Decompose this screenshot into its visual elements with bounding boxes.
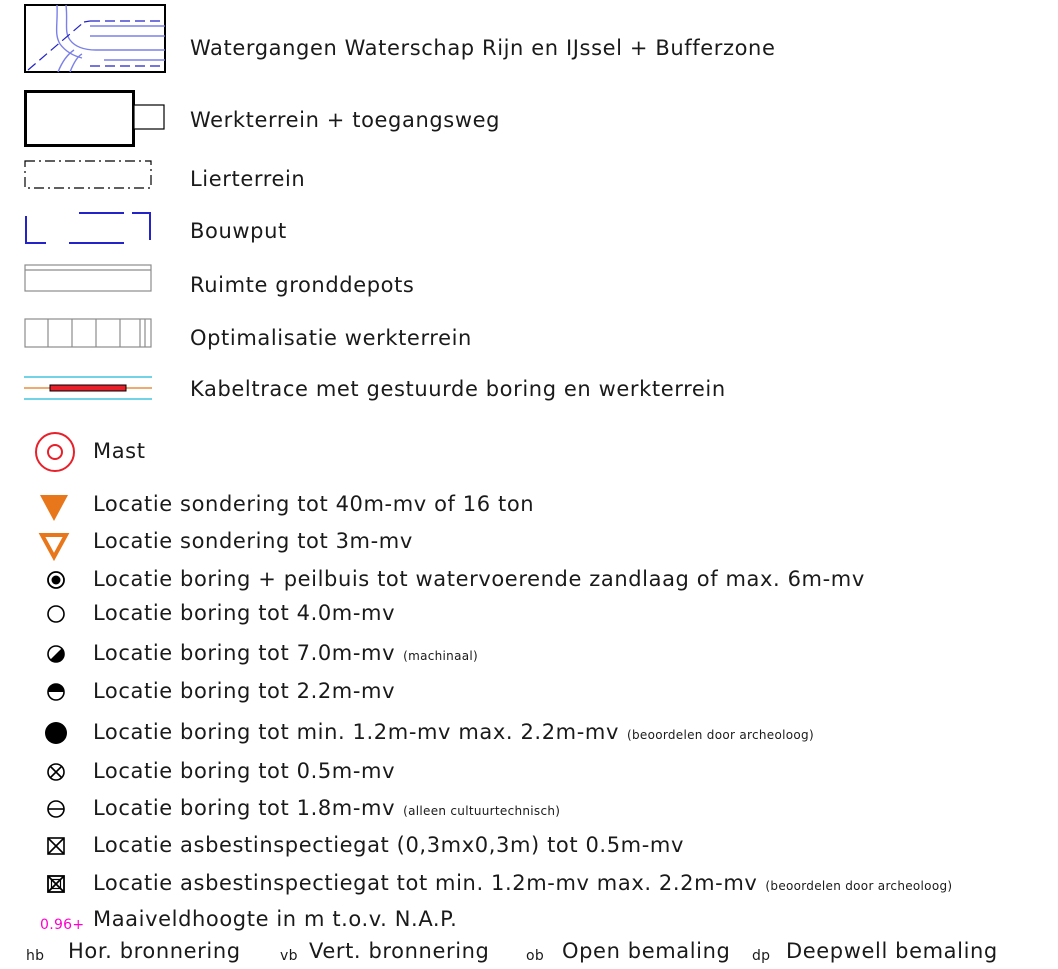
legend-label-text: Locatie asbestinspectiegat tot min. 1.2m… [93, 871, 758, 895]
circled-minus-icon [47, 800, 65, 818]
legend-item-mast: Mast [0, 430, 1058, 472]
legend-note: (beoordelen door archeoloog) [626, 728, 814, 742]
bronnering-label: Vert. bronnering [309, 939, 490, 963]
filled-triangle-icon [40, 495, 68, 521]
hollow-triangle-icon [38, 533, 70, 562]
legend-label: Locatie boring tot min. 1.2m-mv max. 2.2… [93, 719, 814, 748]
legend-item-boring-2-2: Locatie boring tot 2.2m-mv [0, 675, 1058, 715]
legend-label: Werkterrein + toegangsweg [190, 108, 501, 132]
legend-item-sondering-3: Locatie sondering tot 3m-mv [0, 526, 1058, 566]
legend-label: Maaiveldhoogte in m t.o.v. N.A.P. [93, 907, 458, 931]
legend-label-text: Locatie boring tot min. 1.2m-mv max. 2.2… [93, 720, 619, 744]
bronnering-code: vb [280, 948, 298, 964]
legend-label: Bouwput [190, 219, 287, 243]
legend-label: Optimalisatie werkterrein [190, 326, 472, 350]
legend-note: (machinaal) [403, 649, 479, 663]
legend-label-text: Locatie boring tot 7.0m-mv [93, 641, 396, 665]
legend-label-text: Locatie boring tot 1.8m-mv [93, 796, 396, 820]
legend-label: Locatie sondering tot 3m-mv [93, 529, 413, 553]
legend-label: Ruimte gronddepots [190, 273, 415, 297]
dot-in-circle-icon [47, 571, 65, 589]
legend-note: (alleen cultuurtechnisch) [403, 804, 561, 818]
bronnering-code: hb [26, 948, 45, 964]
work-area-rectangle-icon [24, 90, 165, 147]
legend-item-boring-1-8: Locatie boring tot 1.8m-mv (alleen cultuu… [0, 792, 1058, 832]
blue-dashed-bracket-icon [25, 212, 151, 244]
legend-item-gronddepots: Ruimte gronddepots [0, 264, 1058, 304]
diagonal-half-circle-icon [47, 645, 65, 663]
legend-label: Kabeltrace met gestuurde boring en werkt… [190, 377, 726, 401]
bronnering-code: ob [526, 948, 545, 964]
legend-item-boring-0-5: Locatie boring tot 0.5m-mv [0, 755, 1058, 795]
legend-item-sondering-40: Locatie sondering tot 40m-mv of 16 ton [0, 487, 1058, 527]
filled-circle-icon [45, 722, 67, 744]
double-line-rectangle-icon [24, 264, 152, 292]
legend-label: Locatie sondering tot 40m-mv of 16 ton [93, 492, 535, 516]
half-filled-circle-icon [47, 683, 65, 701]
boxed-x-bold-icon [47, 875, 65, 893]
legend-label: Locatie boring tot 2.2m-mv [93, 679, 396, 703]
legend-label: Locatie boring tot 0.5m-mv [93, 759, 396, 783]
legend-item-boring-min-max: Locatie boring tot min. 1.2m-mv max. 2.2… [0, 716, 1058, 756]
bronnering-code: dp [752, 948, 771, 964]
waterways-hatch-icon [24, 4, 166, 73]
legend-item-optimalisatie: Optimalisatie werkterrein [0, 318, 1058, 358]
legend-label: Mast [93, 439, 146, 463]
legend-label: Locatie asbestinspectiegat (0,3mx0,3m) t… [93, 833, 684, 857]
legend-note: (beoordelen door archeoloog) [765, 879, 953, 893]
bronnering-label: Deepwell bemaling [786, 939, 998, 963]
boxed-x-icon [47, 837, 65, 855]
dash-dot-rectangle-icon [24, 160, 152, 189]
legend-item-bouwput: Bouwput [0, 210, 1058, 250]
legend-label: Locatie boring tot 1.8m-mv (alleen cultuu… [93, 795, 560, 824]
legend-label: Locatie asbestinspectiegat tot min. 1.2m… [93, 870, 952, 899]
bronnering-label: Open bemaling [562, 939, 731, 963]
legend-label: Watergangen Waterschap Rijn en IJssel + … [190, 36, 776, 60]
open-circle-icon [47, 605, 65, 623]
legend-label: Locatie boring + peilbuis tot watervoere… [93, 567, 865, 591]
legend-item-asbest-0-5: Locatie asbestinspectiegat (0,3mx0,3m) t… [0, 829, 1058, 869]
legend-item-watergangen: Watergangen Waterschap Rijn en IJssel + … [0, 4, 1058, 74]
legend-label: Lierterrein [190, 167, 306, 191]
legend-item-boring-4: Locatie boring tot 4.0m-mv [0, 597, 1058, 637]
cable-route-icon [24, 376, 152, 400]
segmented-rectangle-icon [24, 318, 152, 348]
legend-label: Locatie boring tot 7.0m-mv (machinaal) [93, 640, 478, 669]
legend-item-boring-7: Locatie boring tot 7.0m-mv (machinaal) [0, 637, 1058, 677]
legend-item-bronnering: hb Hor. bronnering vb Vert. bronnering o… [0, 935, 1058, 969]
legend-item-kabeltrace: Kabeltrace met gestuurde boring en werkt… [0, 374, 1058, 414]
circled-x-icon [47, 763, 65, 781]
legend-item-werkterrein: Werkterrein + toegangsweg [0, 90, 1058, 150]
mast-circle-icon [35, 432, 75, 472]
legend-item-asbest-min-max: Locatie asbestinspectiegat tot min. 1.2m… [0, 867, 1058, 907]
bronnering-label: Hor. bronnering [68, 939, 241, 963]
legend-label: Locatie boring tot 4.0m-mv [93, 601, 396, 625]
legend-item-lierterrein: Lierterrein [0, 160, 1058, 200]
